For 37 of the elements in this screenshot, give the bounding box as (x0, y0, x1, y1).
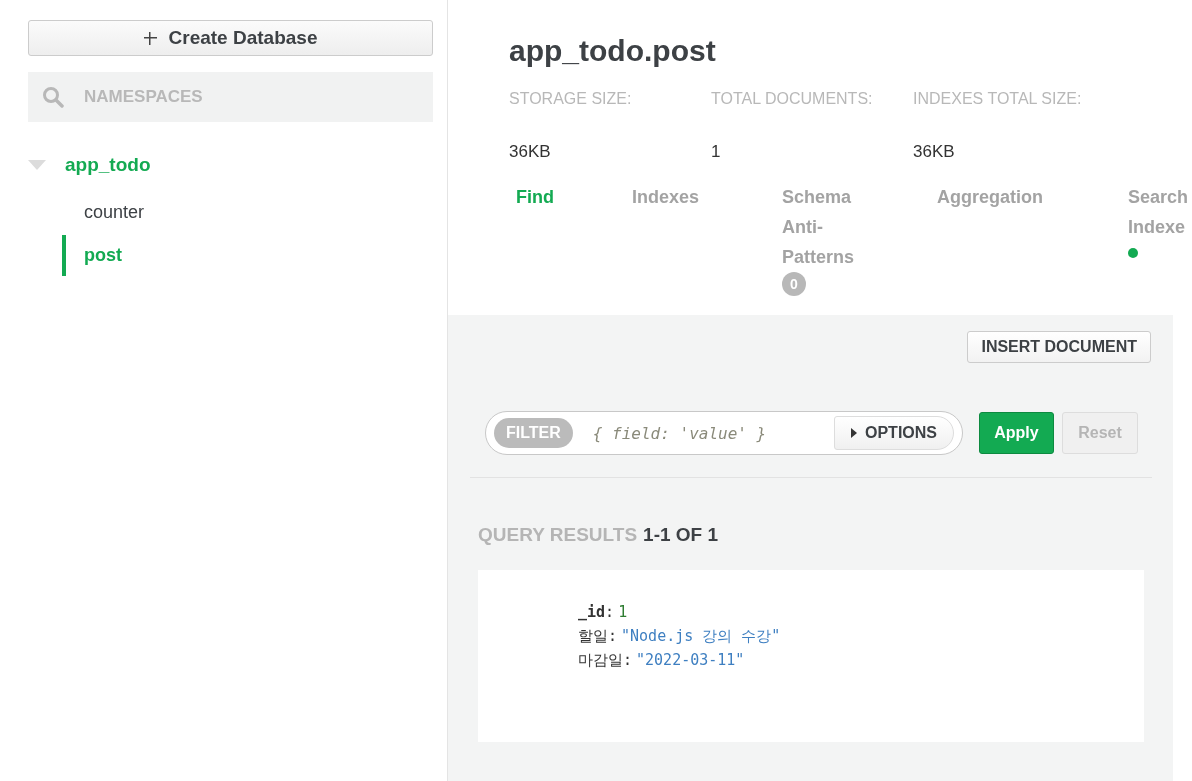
field-value: "Node.js 강의 수강" (621, 626, 781, 647)
stat-label: INDEXES TOTAL SIZE: (913, 90, 1082, 108)
caret-icon[interactable] (28, 160, 46, 170)
collection-title: app_todo.post (509, 34, 717, 68)
field-key: 할일 (578, 624, 608, 648)
options-button[interactable]: OPTIONS (834, 416, 954, 450)
colon: : (608, 626, 618, 647)
create-database-button[interactable]: Create Database (28, 20, 433, 56)
colon: : (605, 602, 615, 623)
database-item[interactable]: app_todo (65, 154, 151, 176)
field-value: "2022-03-11" (636, 650, 745, 671)
caret-icon (851, 428, 857, 438)
collection-item[interactable]: counter (62, 200, 431, 225)
field-value: 1 (618, 602, 628, 623)
tab[interactable]: Aggregation (937, 182, 1043, 212)
tab[interactable]: Find (516, 182, 554, 212)
insert-document-button[interactable]: INSERT DOCUMENT (967, 331, 1151, 363)
namespace-search-field[interactable]: NAMESPACES (28, 72, 433, 122)
tab[interactable]: Search Indexe (1128, 182, 1189, 242)
field-key: _id (578, 600, 606, 624)
stat-label: TOTAL DOCUMENTS: (711, 90, 874, 108)
apply-button[interactable]: Apply (979, 412, 1054, 454)
colon: : (623, 650, 633, 671)
stat-value: 36KB (509, 142, 552, 162)
field-key: 마감일 (578, 648, 623, 672)
filter-field[interactable]: FILTER { field: 'value' } OPTIONS (485, 411, 963, 455)
tab[interactable]: Schema Anti-Patterns (782, 182, 855, 272)
stat-value: 36KB (913, 142, 956, 162)
tab[interactable]: Indexes (632, 182, 700, 212)
results-count: 1-1 OF 1 (643, 524, 719, 546)
count-badge: 0 (782, 272, 806, 296)
stat-label: STORAGE SIZE: (509, 90, 633, 108)
stat-value: 1 (711, 142, 722, 162)
filter-tag: FILTER (494, 418, 573, 448)
search-icon (42, 86, 64, 108)
results-label: QUERY RESULTS (478, 524, 638, 546)
collection-item[interactable]: post (62, 235, 431, 276)
